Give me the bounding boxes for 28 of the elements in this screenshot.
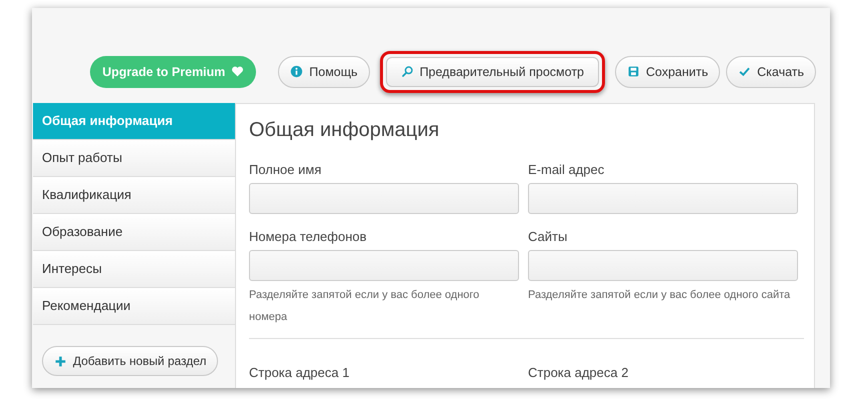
sidebar-item[interactable]: Опыт работы	[33, 140, 235, 177]
input-field[interactable]	[249, 183, 519, 214]
field-label: Полное имя	[249, 162, 322, 177]
field-label: Сайты	[528, 229, 568, 244]
checkmark-icon	[738, 65, 752, 78]
preview-button[interactable]: Предварительный просмотр	[386, 56, 599, 86]
section-heading: Общая информация	[249, 119, 440, 142]
download-button[interactable]: Скачать	[726, 56, 816, 88]
info-icon	[290, 65, 304, 78]
save-button[interactable]: Сохранить	[615, 56, 720, 88]
input-field[interactable]	[528, 183, 798, 214]
add-section-button[interactable]: Добавить новый раздел	[42, 346, 218, 376]
plus-icon	[54, 354, 67, 368]
field-label: Номера телефонов	[249, 229, 368, 244]
input-field[interactable]	[528, 250, 798, 281]
field-label: Строка адреса 2	[528, 365, 630, 380]
input-field[interactable]	[249, 250, 519, 281]
help-button[interactable]: Помощь	[278, 56, 370, 88]
sidebar-item[interactable]: Интересы	[33, 251, 235, 288]
sidebar-item[interactable]: Квалификация	[33, 177, 235, 214]
field-label: E-mail адрес	[528, 162, 606, 177]
search-icon	[400, 65, 414, 78]
sidebar-item[interactable]: Образование	[33, 214, 235, 251]
hint-text: Разделяйте запятой если у вас более одного сайта	[528, 288, 792, 303]
heart-icon	[231, 65, 244, 78]
hint-text: Разделяйте запятой если у вас более одного номера	[249, 288, 480, 325]
sidebar-item[interactable]: Рекомендации	[33, 288, 235, 325]
field-label: Строка адреса 1	[249, 365, 350, 380]
